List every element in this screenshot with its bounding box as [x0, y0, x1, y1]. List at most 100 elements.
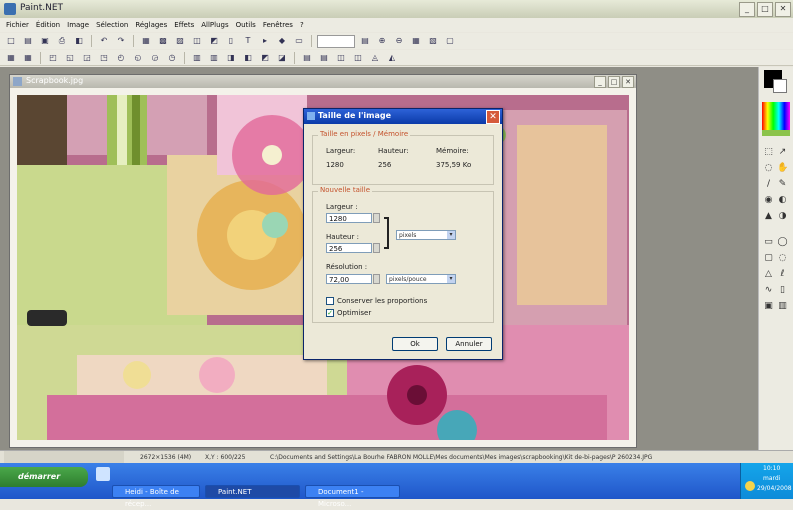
cancel-button[interactable]: Annuler	[446, 337, 492, 351]
palette-icon[interactable]: ▭	[292, 34, 306, 48]
actual-size-icon[interactable]: ▧	[426, 34, 440, 48]
tool-option-icon[interactable]: ▤	[317, 51, 331, 65]
clock-time[interactable]: 10:10	[763, 465, 780, 472]
open-file-icon[interactable]: ▤	[21, 34, 35, 48]
resolution-input[interactable]: 72,00	[326, 274, 372, 284]
tool-option-icon[interactable]: ◲	[80, 51, 94, 65]
menu-fichier[interactable]: Fichier	[6, 18, 29, 32]
tool-option-icon[interactable]: ◨	[224, 51, 238, 65]
preview-icon[interactable]: ◧	[72, 34, 86, 48]
tool-option-icon[interactable]: ◭	[385, 51, 399, 65]
line-tool-icon[interactable]: △	[763, 269, 774, 280]
dialog-titlebar[interactable]: Taille de l'image ✕	[304, 109, 502, 124]
dialog-close-button[interactable]: ✕	[486, 110, 500, 124]
curve-tool-icon[interactable]: ∿	[763, 285, 774, 296]
taskbar-item-mail[interactable]: Heidi - Boîte de récep...	[112, 485, 200, 508]
color-icon[interactable]: ◆	[275, 34, 289, 48]
tool-option-icon[interactable]: ◵	[131, 51, 145, 65]
freeform-tool-icon[interactable]: ◌	[777, 253, 788, 264]
maximize-button[interactable]: □	[757, 2, 773, 17]
menu-reglages[interactable]: Réglages	[135, 18, 167, 32]
resolution-spinner[interactable]	[373, 274, 380, 284]
menu-selection[interactable]: Sélection	[96, 18, 128, 32]
menu-fenetres[interactable]: Fenêtres	[263, 18, 293, 32]
image-minimize-button[interactable]: _	[594, 76, 606, 88]
rectangle-tool-icon[interactable]: ▭	[763, 237, 774, 248]
tool-option-icon[interactable]: ◳	[97, 51, 111, 65]
tool-option-icon[interactable]: ◩	[258, 51, 272, 65]
layer-icon[interactable]: ▯	[224, 34, 238, 48]
brush-tool-icon[interactable]: /	[763, 179, 774, 190]
print-icon[interactable]: ⎙	[55, 34, 69, 48]
resolution-units-dropdown[interactable]: pixels/pouce ▾	[386, 274, 456, 284]
zoom-tool-icon[interactable]: ◌	[763, 163, 774, 174]
tool-option-icon[interactable]: ▦	[4, 51, 18, 65]
rounded-rect-tool-icon[interactable]: ▢	[763, 253, 774, 264]
units-dropdown[interactable]: pixels ▾	[396, 230, 456, 240]
crop-icon[interactable]: ◫	[190, 34, 204, 48]
tool-option-icon[interactable]: ◱	[63, 51, 77, 65]
tool-option-icon[interactable]: ▤	[300, 51, 314, 65]
hand-tool-icon[interactable]: ✋	[777, 163, 788, 174]
window-icon[interactable]: ▢	[443, 34, 457, 48]
eraser-tool-icon[interactable]: ▯	[777, 285, 788, 296]
tool-option-icon[interactable]: ◬	[368, 51, 382, 65]
tool-option-icon[interactable]: ▥	[207, 51, 221, 65]
fit-icon[interactable]: ▦	[409, 34, 423, 48]
start-button[interactable]: démarrer	[0, 467, 88, 487]
tool-option-icon[interactable]: ◷	[165, 51, 179, 65]
new-file-icon[interactable]: □	[4, 34, 18, 48]
tool-option-icon[interactable]: ◰	[46, 51, 60, 65]
tool-option-icon[interactable]: ◧	[241, 51, 255, 65]
text-icon[interactable]: T	[241, 34, 255, 48]
deselect-icon[interactable]: ◩	[207, 34, 221, 48]
palette-row[interactable]	[762, 130, 790, 136]
close-button[interactable]: ✕	[775, 2, 791, 17]
redo-icon[interactable]: ↷	[114, 34, 128, 48]
quicklaunch-icon[interactable]	[96, 467, 110, 481]
height-spinner[interactable]	[373, 243, 380, 253]
secondary-color-swatch[interactable]	[773, 79, 787, 93]
zoom-out-icon[interactable]: ⊖	[392, 34, 406, 48]
zoom-field[interactable]	[317, 34, 355, 48]
recolor-tool-icon[interactable]: ◐	[777, 195, 788, 206]
menu-outils[interactable]: Outils	[236, 18, 256, 32]
gradient-tool-icon[interactable]: ◑	[777, 211, 788, 222]
menu-help[interactable]: ?	[300, 18, 304, 32]
width-input[interactable]: 1280	[326, 213, 372, 223]
pencil-tool-icon[interactable]: ✎	[777, 179, 788, 190]
ok-button[interactable]: Ok	[392, 337, 438, 351]
save-icon[interactable]: ▣	[38, 34, 52, 48]
menu-image[interactable]: Image	[67, 18, 89, 32]
wand-tool-icon[interactable]: ▥	[777, 301, 788, 312]
arrow-icon[interactable]: ▸	[258, 34, 272, 48]
image-maximize-button[interactable]: □	[608, 76, 620, 88]
picker-tool-icon[interactable]: ▣	[763, 301, 774, 312]
tool-option-icon[interactable]: ▦	[21, 51, 35, 65]
clone-tool-icon[interactable]: ◉	[763, 195, 774, 206]
tool-option-icon[interactable]: ◴	[114, 51, 128, 65]
tool-option-icon[interactable]: ◶	[148, 51, 162, 65]
height-input[interactable]: 256	[326, 243, 372, 253]
tool-option-icon[interactable]: ◫	[334, 51, 348, 65]
zoom-in-icon[interactable]: ⊕	[375, 34, 389, 48]
bucket-tool-icon[interactable]: ▲	[763, 211, 774, 222]
menu-edition[interactable]: Édition	[36, 18, 60, 32]
ellipse-tool-icon[interactable]: ◯	[777, 237, 788, 248]
image-close-button[interactable]: ✕	[622, 76, 634, 88]
taskbar-item-word[interactable]: Document1 - Microso...	[305, 485, 400, 508]
undo-icon[interactable]: ↶	[97, 34, 111, 48]
minimize-button[interactable]: _	[739, 2, 755, 17]
select-tool-icon[interactable]: ⬚	[763, 147, 774, 158]
tool-option-icon[interactable]: ◪	[275, 51, 289, 65]
tray-icon[interactable]	[745, 481, 755, 491]
tool-option-icon[interactable]: ◫	[351, 51, 365, 65]
menu-allplugs[interactable]: AllPlugs	[201, 18, 228, 32]
paste-icon[interactable]: ▨	[173, 34, 187, 48]
image-window-titlebar[interactable]: Scrapbook.jpg _ □ ✕	[10, 75, 636, 88]
taskbar-item-paintnet[interactable]: Paint.NET	[205, 485, 300, 498]
copy-icon[interactable]: ▩	[156, 34, 170, 48]
text-tool-icon[interactable]: ℓ	[777, 269, 788, 280]
keep-proportions-checkbox[interactable]	[326, 297, 334, 305]
cut-icon[interactable]: ▦	[139, 34, 153, 48]
